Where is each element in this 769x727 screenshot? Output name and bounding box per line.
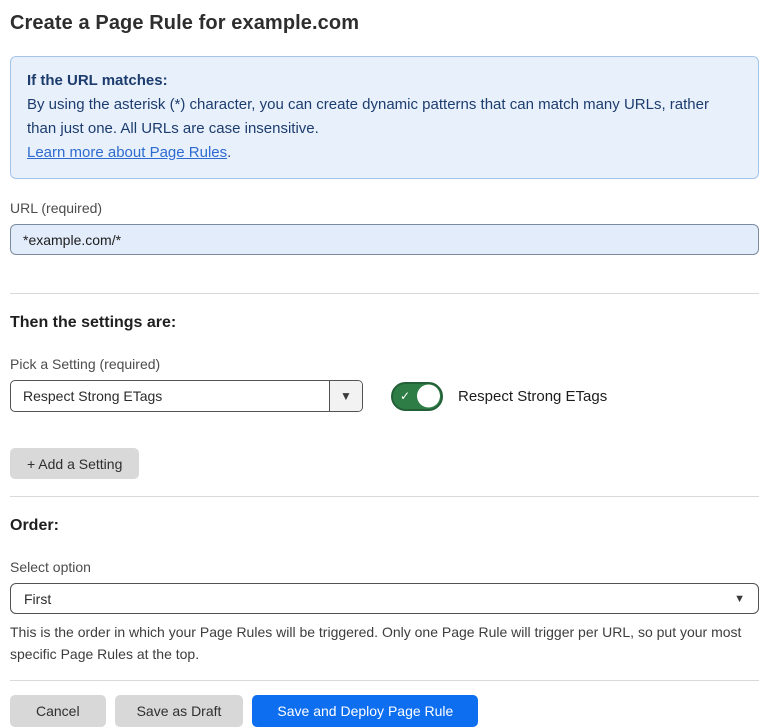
cancel-button[interactable]: Cancel (10, 695, 106, 727)
toggle-knob (417, 385, 440, 408)
setting-select-value: Respect Strong ETags (11, 381, 329, 411)
url-field-label: URL (required) (10, 200, 759, 216)
footer-buttons: Cancel Save as Draft Save and Deploy Pag… (10, 695, 759, 727)
chevron-down-icon[interactable]: ▼ (329, 381, 362, 411)
info-box-heading: If the URL matches: (27, 69, 742, 93)
page-title: Create a Page Rule for example.com (10, 12, 759, 35)
info-box-link-line: Learn more about Page Rules. (27, 141, 742, 165)
url-input[interactable] (10, 224, 759, 255)
section-divider (10, 496, 759, 497)
url-match-info-box: If the URL matches: By using the asteris… (10, 56, 759, 179)
add-setting-button[interactable]: + Add a Setting (10, 448, 139, 479)
link-suffix: . (227, 144, 231, 161)
check-icon: ✓ (400, 390, 410, 402)
order-select[interactable]: First ▼ (10, 583, 759, 614)
order-section-heading: Order: (10, 517, 759, 535)
setting-row: Respect Strong ETags ▼ ✓ Respect Strong … (10, 380, 759, 412)
chevron-down-icon: ▼ (734, 593, 745, 605)
pick-setting-label: Pick a Setting (required) (10, 356, 759, 372)
section-divider (10, 293, 759, 294)
learn-more-link[interactable]: Learn more about Page Rules (27, 144, 227, 161)
save-and-deploy-button[interactable]: Save and Deploy Page Rule (252, 695, 478, 727)
order-select-value: First (24, 591, 51, 607)
settings-section-heading: Then the settings are: (10, 314, 759, 332)
order-select-label: Select option (10, 559, 759, 575)
footer-divider (10, 680, 759, 681)
toggle-label: Respect Strong ETags (458, 388, 607, 405)
setting-select[interactable]: Respect Strong ETags ▼ (10, 380, 363, 412)
save-as-draft-button[interactable]: Save as Draft (115, 695, 244, 727)
order-help-text: This is the order in which your Page Rul… (10, 621, 755, 665)
etags-toggle[interactable]: ✓ (391, 382, 443, 411)
info-box-body: By using the asterisk (*) character, you… (27, 93, 742, 141)
